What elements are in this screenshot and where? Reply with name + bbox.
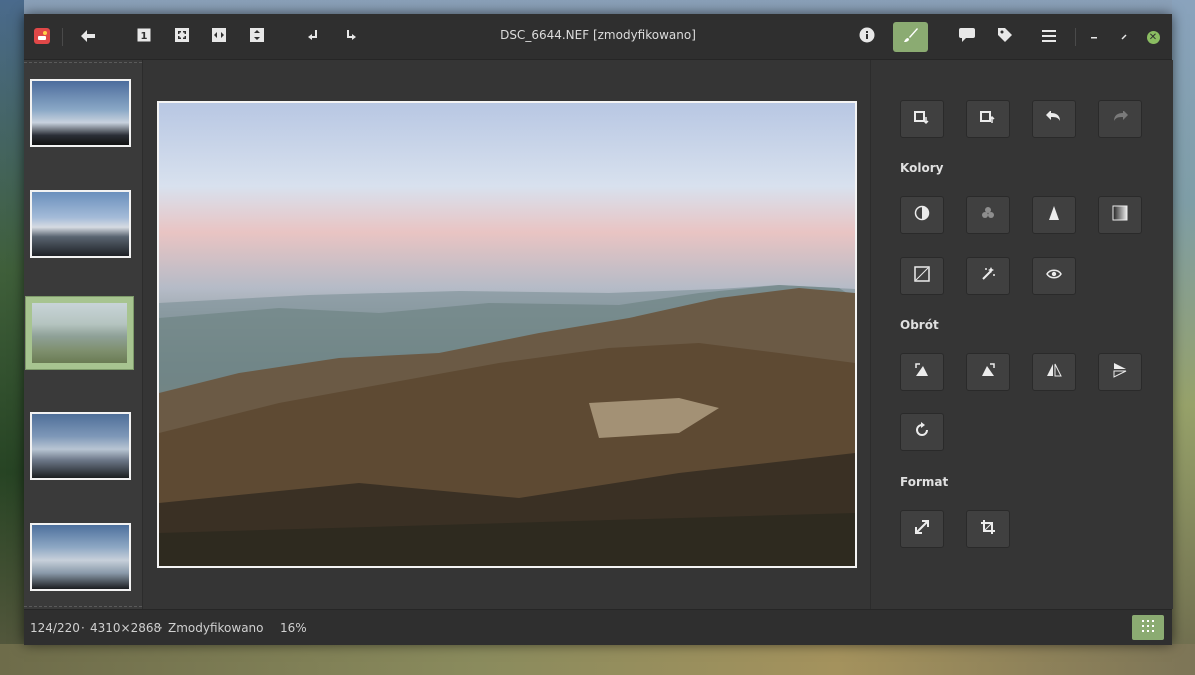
modified-status: Zmodyfikowano: [168, 621, 264, 635]
rotate-left-button[interactable]: [298, 22, 328, 52]
flip-vertical-button[interactable]: [1098, 353, 1142, 391]
red-eye-icon: [1046, 268, 1062, 284]
edit-mode-button[interactable]: [893, 22, 928, 52]
titlebar: 1 DSC_6644.NEF [zmodyfikowano] ✕: [24, 14, 1172, 60]
flip-horizontal-button[interactable]: [1032, 353, 1076, 391]
close-icon: ✕: [1146, 30, 1160, 44]
zoom-level: 16%: [280, 621, 307, 635]
grid-view-button[interactable]: [1132, 615, 1164, 640]
thumbnail-selected[interactable]: [26, 297, 133, 369]
paste-edits-button[interactable]: [966, 100, 1010, 138]
desktop-background-right: [1172, 0, 1195, 675]
thumbnail[interactable]: [30, 190, 131, 258]
channels-button[interactable]: [966, 196, 1010, 234]
tag-icon: [997, 27, 1013, 47]
menu-icon: [1042, 28, 1056, 46]
back-button[interactable]: [73, 22, 103, 52]
image-position: 124/220: [30, 621, 80, 635]
zoom-original-icon: 1: [137, 28, 151, 46]
thumbnail-strip: [24, 60, 143, 609]
zoom-original-button[interactable]: 1: [129, 22, 159, 52]
section-colors-label: Kolory: [900, 161, 944, 175]
undo-button[interactable]: [1032, 100, 1076, 138]
toolbar-separator: [1075, 28, 1076, 46]
tag-button[interactable]: [990, 22, 1020, 52]
thumbnail[interactable]: [30, 523, 131, 591]
image-dimensions: 4310×2868: [90, 621, 162, 635]
desktop-background-left: [0, 0, 24, 675]
app-logo-icon: [34, 28, 50, 44]
info-icon: [859, 27, 875, 47]
flip-vertical-icon: [1112, 362, 1128, 382]
auto-fix-button[interactable]: [966, 257, 1010, 295]
sharpen-button[interactable]: [1032, 196, 1076, 234]
auto-fix-icon: [980, 266, 996, 286]
section-rotation-label: Obrót: [900, 318, 939, 332]
svg-text:1: 1: [141, 31, 148, 42]
curves-icon: [914, 266, 930, 286]
rotate-right-tool-button[interactable]: [966, 353, 1010, 391]
curves-button[interactable]: [900, 257, 944, 295]
flip-horizontal-icon: [1046, 362, 1062, 382]
brush-icon: [903, 27, 919, 47]
grid-icon: [1142, 619, 1154, 636]
status-separator: ·: [81, 621, 85, 635]
info-button[interactable]: [852, 22, 882, 52]
crop-button[interactable]: [966, 510, 1010, 548]
fit-height-button[interactable]: [242, 22, 272, 52]
desktop-background-bottom: [0, 644, 1195, 675]
restore-button[interactable]: [1109, 22, 1139, 52]
red-eye-button[interactable]: [1032, 257, 1076, 295]
rotate-left-icon: [914, 362, 930, 382]
rotate-left-tool-button[interactable]: [900, 353, 944, 391]
crop-icon: [980, 519, 996, 539]
zoom-fit-button[interactable]: [167, 22, 197, 52]
status-separator: ·: [159, 621, 163, 635]
undo-icon: [1046, 110, 1062, 127]
resize-icon: [914, 519, 930, 539]
comment-button[interactable]: [952, 22, 982, 52]
strip-edge: [24, 62, 142, 63]
levels-icon: [1112, 205, 1128, 225]
fit-height-icon: [250, 28, 264, 46]
thumbnail[interactable]: [30, 412, 131, 480]
arrow-left-icon: [81, 28, 95, 46]
restore-icon: [1119, 28, 1129, 46]
redo-icon: [1112, 110, 1128, 127]
redo-button[interactable]: [1098, 100, 1142, 138]
rotate-left-icon: [306, 28, 320, 46]
edit-panel: Kolory Obrót Format: [870, 60, 1173, 609]
copy-edits-icon: [914, 109, 930, 129]
channels-icon: [980, 205, 996, 225]
rotate-free-button[interactable]: [900, 413, 944, 451]
paste-edits-icon: [980, 109, 996, 129]
rotate-right-icon: [980, 362, 996, 382]
image-viewer: [143, 60, 870, 609]
comment-icon: [959, 28, 975, 46]
contrast-icon: [914, 205, 930, 225]
levels-button[interactable]: [1098, 196, 1142, 234]
straighten-icon: [914, 422, 930, 442]
minimize-icon: [1089, 28, 1099, 46]
status-bar: 124/220 · 4310×2868 · Zmodyfikowano 16%: [24, 609, 1172, 645]
fit-width-icon: [212, 28, 226, 46]
menu-button[interactable]: [1034, 22, 1064, 52]
rotate-right-icon: [344, 28, 358, 46]
resize-button[interactable]: [900, 510, 944, 548]
rotate-right-button[interactable]: [336, 22, 366, 52]
thumbnail[interactable]: [30, 79, 131, 147]
zoom-fit-icon: [175, 28, 189, 46]
main-photo[interactable]: [157, 101, 857, 568]
sharpen-icon: [1046, 205, 1062, 225]
close-button[interactable]: ✕: [1138, 22, 1168, 52]
copy-edits-button[interactable]: [900, 100, 944, 138]
section-format-label: Format: [900, 475, 949, 489]
strip-edge: [24, 606, 142, 607]
contrast-button[interactable]: [900, 196, 944, 234]
toolbar-separator: [62, 28, 63, 46]
fit-width-button[interactable]: [204, 22, 234, 52]
image-viewer-window: 1 DSC_6644.NEF [zmodyfikowano] ✕ Kolory …: [24, 14, 1173, 645]
minimize-button[interactable]: [1079, 22, 1109, 52]
